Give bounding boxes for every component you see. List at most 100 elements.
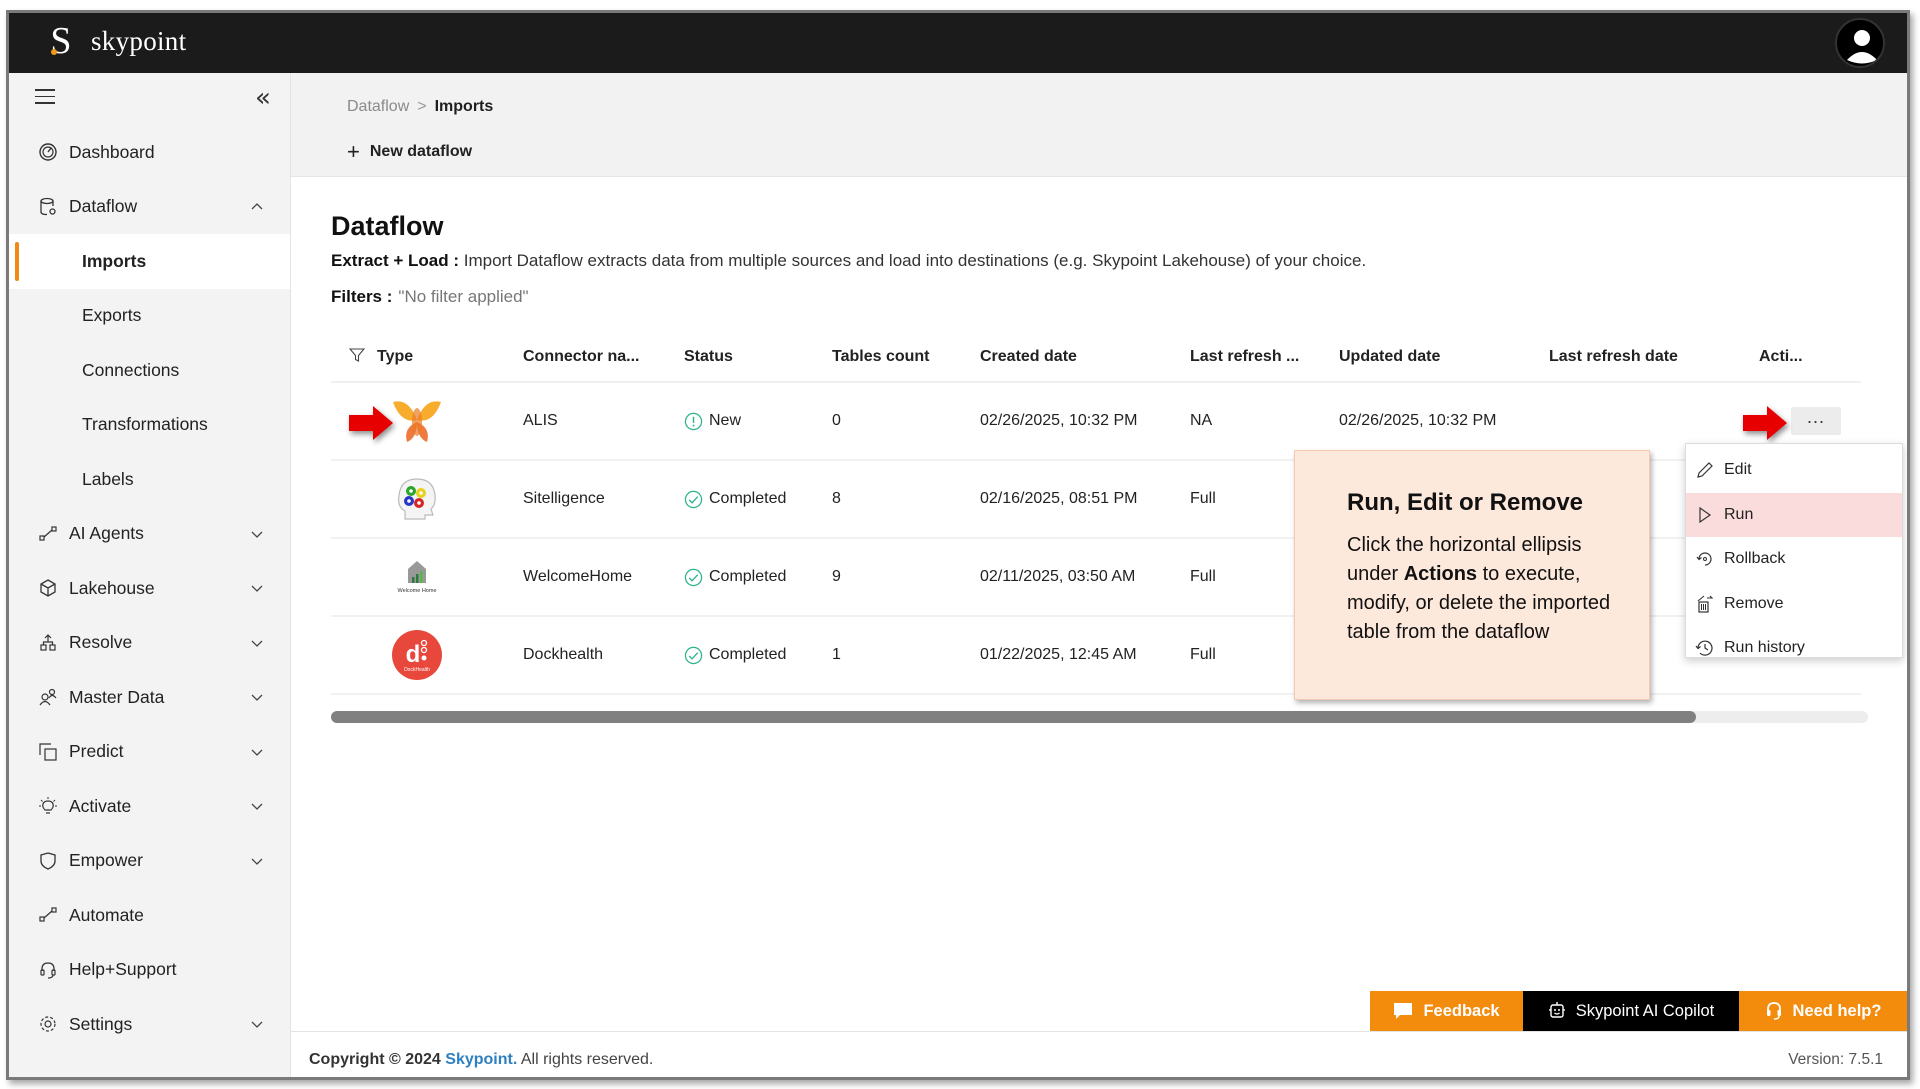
sidebar-item-settings[interactable]: Settings <box>9 997 290 1052</box>
scrollbar-thumb[interactable] <box>331 711 1696 723</box>
column-header-status[interactable]: Status <box>684 348 832 366</box>
breadcrumb: Dataflow > Imports <box>347 98 493 116</box>
status-text: Completed <box>709 646 787 663</box>
sidebar-item-help-support[interactable]: Help+Support <box>9 943 290 998</box>
chevron-down-icon[interactable] <box>250 745 264 759</box>
menu-item-run-history[interactable]: Run history <box>1686 626 1902 671</box>
callout-title: Run, Edit or Remove <box>1347 489 1584 516</box>
sidebar-item-label: Transformations <box>82 414 208 435</box>
sidebar-item-dataflow[interactable]: Dataflow <box>9 180 290 235</box>
pencil-icon <box>1694 459 1716 481</box>
sidebar-item-imports[interactable]: Imports <box>9 234 290 289</box>
connector-name[interactable]: Dockhealth <box>523 646 684 664</box>
breadcrumb-separator: > <box>417 98 427 115</box>
updated-date: 02/26/2025, 10:32 PM <box>1339 412 1497 429</box>
sidebar-item-exports[interactable]: Exports <box>9 289 290 344</box>
skypoint-link[interactable]: Skypoint. <box>445 1051 517 1068</box>
breadcrumb-imports: Imports <box>434 98 494 115</box>
lightbulb-icon <box>37 795 59 817</box>
main-content: Dataflow > Imports + New dataflow Datafl… <box>291 73 1907 1077</box>
sidebar-item-activate[interactable]: Activate <box>9 779 290 834</box>
connector-name[interactable]: Sitelligence <box>523 490 684 508</box>
sidebar-item-label: Settings <box>69 1013 133 1034</box>
check-circle-icon <box>684 646 703 664</box>
chevron-down-icon[interactable] <box>250 636 264 650</box>
people-icon <box>37 686 59 708</box>
svg-text:d: d <box>406 641 421 668</box>
alis-butterfly-logo <box>391 395 443 447</box>
headset-icon <box>37 959 59 981</box>
chevron-up-icon[interactable] <box>250 200 264 214</box>
collapse-sidebar-icon[interactable]: « <box>255 83 271 113</box>
shield-icon <box>37 850 59 872</box>
column-header-last-refresh-date[interactable]: Last refresh date <box>1549 348 1759 366</box>
welcomehome-logo: Welcome Home <box>391 551 443 603</box>
chevron-down-icon[interactable] <box>250 690 264 704</box>
need-help-button[interactable]: Need help? <box>1739 991 1907 1031</box>
sidebar-item-transformations[interactable]: Transformations <box>9 398 290 453</box>
menu-item-edit[interactable]: Edit <box>1686 448 1902 493</box>
user-icon <box>1847 30 1877 64</box>
sidebar-item-label: Labels <box>82 468 134 489</box>
sidebar-item-label: Automate <box>69 904 144 925</box>
check-circle-icon <box>684 490 703 508</box>
table-header: Type Connector na... Status Tables count… <box>331 333 1861 383</box>
chevron-down-icon[interactable] <box>250 799 264 813</box>
horizontal-scrollbar[interactable] <box>331 711 1868 723</box>
user-avatar[interactable] <box>1835 18 1885 68</box>
status-badge: Completed <box>684 568 832 587</box>
sidebar-item-resolve[interactable]: Resolve <box>9 616 290 671</box>
column-header-last-refresh-type[interactable]: Last refresh ... <box>1190 348 1339 366</box>
tables-count: 1 <box>832 646 841 663</box>
chevron-down-icon[interactable] <box>250 854 264 868</box>
menu-item-run[interactable]: Run <box>1686 492 1902 537</box>
skypoint-logo[interactable]: S skypoint <box>43 21 186 61</box>
red-arrow-annotation-icon <box>1743 406 1787 440</box>
menu-item-remove[interactable]: Remove <box>1686 582 1902 627</box>
sidebar-item-lakehouse[interactable]: Lakehouse <box>9 561 290 616</box>
column-header-connector-name[interactable]: Connector na... <box>523 348 684 366</box>
connector-name[interactable]: ALIS <box>523 412 684 430</box>
hamburger-menu-icon[interactable] <box>35 89 55 105</box>
logo-mark-icon: S <box>50 20 72 62</box>
connector-name[interactable]: WelcomeHome <box>523 568 684 586</box>
svg-text:Welcome Home: Welcome Home <box>397 588 436 594</box>
sidebar-item-ai-agents[interactable]: AI Agents <box>9 507 290 562</box>
breadcrumb-dataflow[interactable]: Dataflow <box>347 98 409 116</box>
sidebar-item-automate[interactable]: Automate <box>9 888 290 943</box>
column-header-created-date[interactable]: Created date <box>980 348 1190 366</box>
sidebar-item-empower[interactable]: Empower <box>9 834 290 889</box>
filters-label: Filters : <box>331 287 393 306</box>
chevron-down-icon[interactable] <box>250 581 264 595</box>
chat-bubble-icon <box>1394 1003 1413 1019</box>
filters-summary: Filters : "No filter applied" <box>331 287 529 307</box>
row-actions-ellipsis-button[interactable]: ... <box>1791 407 1841 435</box>
sidebar-item-dashboard[interactable]: Dashboard <box>9 125 290 180</box>
menu-item-label: Run <box>1724 505 1754 523</box>
gear-icon <box>37 1013 59 1035</box>
sidebar: « Dashboard Dataflow Imports Exports Con… <box>9 73 291 1077</box>
top-bar: S skypoint <box>9 13 1907 73</box>
column-header-actions[interactable]: Acti... <box>1759 348 1849 366</box>
sidebar-item-labels[interactable]: Labels <box>9 452 290 507</box>
created-date: 02/11/2025, 03:50 AM <box>980 568 1136 585</box>
column-header-tables-count[interactable]: Tables count <box>832 348 980 366</box>
column-filter-button[interactable] <box>331 347 366 368</box>
feedback-label: Feedback <box>1423 1001 1500 1020</box>
column-header-type[interactable]: Type <box>361 348 523 366</box>
feedback-button[interactable]: Feedback <box>1370 991 1523 1031</box>
skypoint-ai-copilot-button[interactable]: Skypoint AI Copilot <box>1523 991 1739 1031</box>
sidebar-item-label: Empower <box>69 850 143 871</box>
menu-item-rollback[interactable]: Rollback <box>1686 537 1902 582</box>
chevron-down-icon[interactable] <box>250 1017 264 1031</box>
status-badge: New <box>684 412 832 431</box>
new-dataflow-button[interactable]: + New dataflow <box>347 141 472 163</box>
sidebar-item-connections[interactable]: Connections <box>9 343 290 398</box>
sidebar-item-master-data[interactable]: Master Data <box>9 670 290 725</box>
flow-nodes-icon <box>37 904 59 926</box>
column-header-updated-date[interactable]: Updated date <box>1339 348 1549 366</box>
menu-item-label: Edit <box>1724 461 1752 479</box>
chevron-down-icon[interactable] <box>250 527 264 541</box>
sidebar-item-predict[interactable]: Predict <box>9 725 290 780</box>
dockhealth-logo: d DockHealth <box>391 629 443 681</box>
